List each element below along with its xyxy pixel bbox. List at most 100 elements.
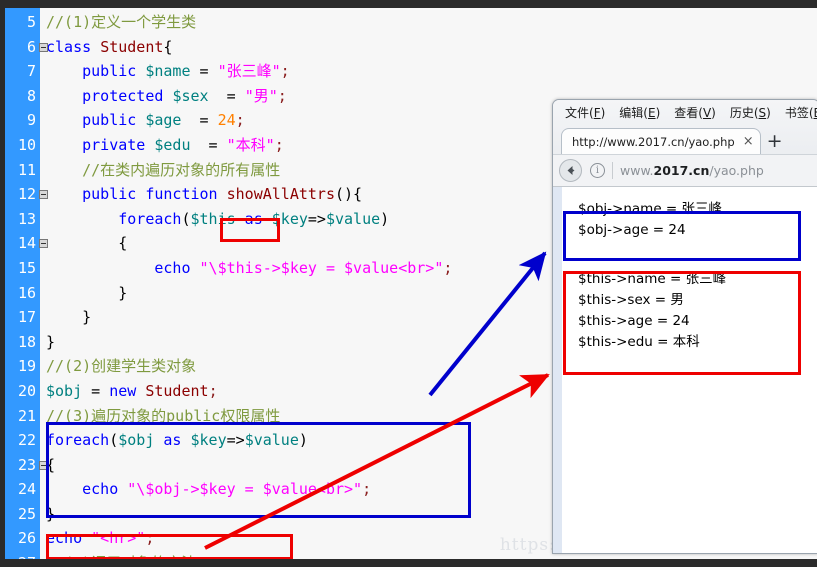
code-token: foreach [118,209,182,228]
code-token: echo [154,258,200,277]
code-token: public [82,111,146,130]
output-obj-properties: $obj->name = 张三峰 $obj->age = 24 [570,195,730,245]
code-token: ; [274,135,284,154]
code-token: $value [325,209,381,228]
code-token: $key [190,431,227,450]
code-token: } [82,308,92,327]
code-token: "\$this->$key = $value<br>" [199,258,444,277]
code-line[interactable]: //(1)定义一个学生类 [40,10,817,35]
browser-window[interactable]: 文件(F) 编辑(E) 查看(V) 历史(S) 书签(B) http://www.201… [552,99,817,554]
output-this-properties: $this->name = 张三峰 $this->sex = 男 $this->ag… [570,265,734,357]
output-line: $obj->name = 张三峰 [578,201,723,217]
line-number: 20 [17,381,36,400]
code-token: } [46,504,56,523]
code-token: as [154,431,191,450]
window-top-edge [0,0,817,8]
code-token: $this [190,209,236,228]
back-arrow-icon[interactable] [559,159,582,182]
code-token: "本科" [226,135,275,154]
info-icon[interactable]: i [590,163,605,178]
code-token: = [190,62,218,81]
output-line: $this->sex = 男 [578,291,684,308]
code-token: { [163,37,173,56]
line-number: 17 [17,308,36,327]
fold-toggle-icon[interactable] [39,190,48,200]
code-token: //(1)定义一个学生类 [46,13,197,31]
code-token: $age [145,111,182,130]
line-number: 24 [17,480,36,499]
line-number: 26 [17,529,36,548]
code-token: "\$obj->$key = $value<br>" [127,480,363,499]
code-token: ) [380,209,390,228]
code-token: ; [208,381,218,400]
code-token: protected [82,86,173,105]
code-token: $obj [46,381,83,400]
line-number: 6 [0,35,48,60]
window-left-edge [0,0,5,567]
code-token: "<hr>" [91,529,146,548]
code-token: = [82,381,110,400]
line-number: 8 [26,86,36,105]
code-token: } [46,332,56,351]
line-number-gutter[interactable]: 5 6 7 8 9 10 11 12 13 14 15 16 17 18 19 20 21 22 23 24 25 26 2… [0,8,48,559]
code-token: public [82,62,146,81]
line-number: 27 [0,551,40,559]
browser-chrome: 文件(F) 编辑(E) 查看(V) 历史(S) 书签(B) http://www.201… [553,100,817,187]
code-token: = [190,135,227,154]
fold-toggle-icon[interactable] [39,239,48,249]
code-token: foreach [46,431,110,450]
line-number: 18 [17,332,36,351]
menu-item[interactable]: 编辑(E) [619,104,660,121]
code-token: $key [271,209,308,228]
code-token: } [118,283,128,302]
line-number: 21 [17,406,36,425]
code-token: echo [82,480,128,499]
code-token: (){ [335,185,363,204]
code-token: ( [109,431,119,450]
code-token: class [46,37,101,56]
code-token: => [307,209,326,228]
code-token: Student [145,381,209,400]
address-bar-url[interactable]: www.2017.cn/yao.php [620,163,764,178]
output-line: $this->age = 24 [578,312,690,329]
menu-item[interactable]: 文件(F) [565,104,605,121]
close-icon[interactable]: × [743,135,754,148]
line-number: 11 [17,160,36,179]
fold-toggle-icon[interactable] [39,460,48,470]
code-token: ; [362,480,372,499]
code-token: //在类内遍历对象的所有属性 [82,160,281,179]
browser-menu-bar[interactable]: 文件(F) 编辑(E) 查看(V) 历史(S) 书签(B) [553,100,817,124]
line-number: 23 [0,453,48,478]
line-number: 25 [17,504,36,523]
browser-tab[interactable]: http://www.2017.cn/yao.php × [561,128,761,154]
code-token: showAllAttrs [226,185,335,204]
line-number: 5 [26,13,36,31]
new-tab-button[interactable]: + [767,132,783,154]
code-token: Student [100,37,164,56]
code-token: { [118,234,128,253]
page-viewport: $obj->name = 张三峰 $obj->age = 24 $this->na… [553,187,817,553]
line-number: 12 [0,182,48,207]
code-token: //(3)遍历对象的public权限属性 [46,406,281,425]
url-separator [612,162,613,179]
code-line[interactable]: class Student{ [40,35,817,60]
code-token: new [109,381,146,400]
code-token: ( [181,209,191,228]
line-number: 22 [17,431,36,450]
line-number: 10 [17,135,36,154]
output-line: $obj->age = 24 [578,221,686,238]
browser-tab-strip[interactable]: http://www.2017.cn/yao.php × + [553,124,817,154]
output-line: $this->name = 张三峰 [578,271,727,287]
browser-nav-bar[interactable]: i www.2017.cn/yao.php [553,154,817,187]
menu-item[interactable]: 书签(B) [785,104,817,121]
code-token: $obj [118,431,155,450]
code-line[interactable]: public $name = "张三峰"; [40,59,817,84]
menu-item[interactable]: 历史(S) [730,104,771,121]
url-domain: 2017.cn [653,163,710,178]
line-number: 16 [17,283,36,302]
code-token: ; [277,86,287,105]
menu-item[interactable]: 查看(V) [674,104,716,121]
code-token: "男" [244,86,278,105]
screenshot-root: 5 6 7 8 9 10 11 12 13 14 15 16 17 18 19 20 21 22 23 24 25 26 2… [0,0,817,567]
fold-toggle-icon[interactable] [39,42,48,52]
